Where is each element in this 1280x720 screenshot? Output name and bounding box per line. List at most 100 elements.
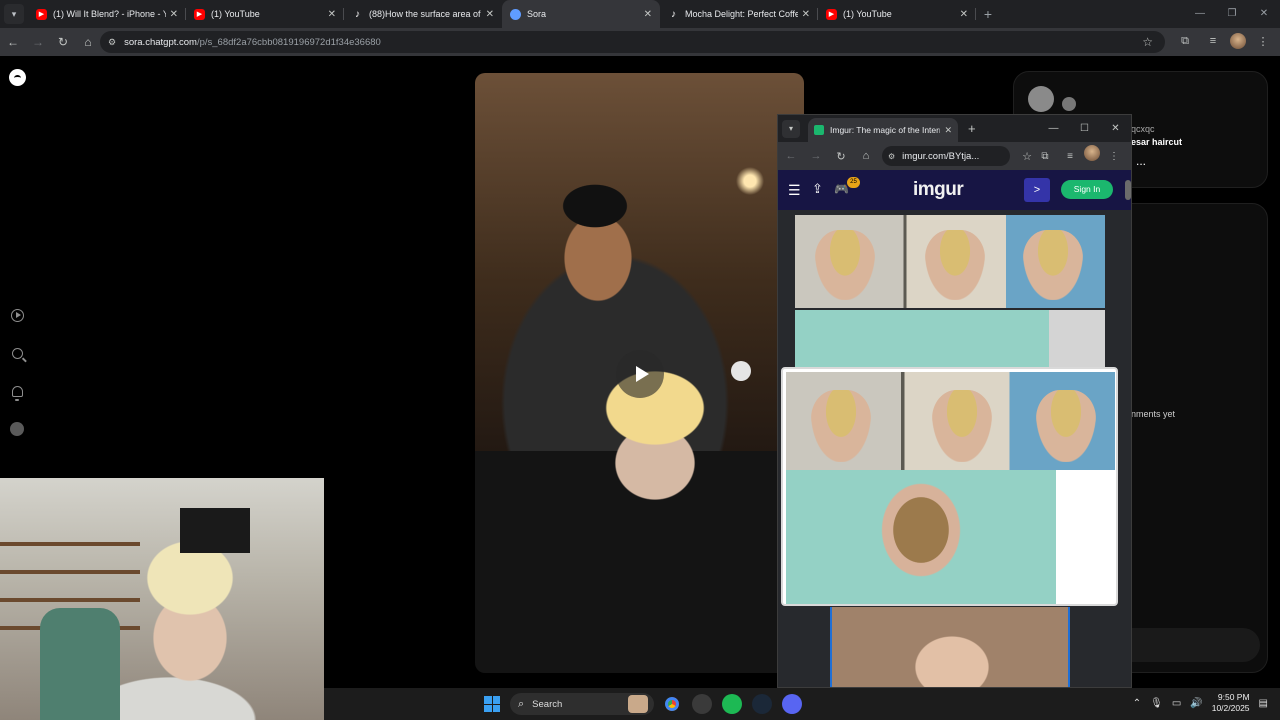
tab-youtube-2[interactable]: ▶ (1) YouTube ✕ (818, 0, 976, 28)
sora-logo-icon[interactable] (9, 69, 26, 86)
close-window-icon[interactable]: ✕ (1248, 0, 1280, 28)
notifications-icon[interactable]: ▤ (1259, 698, 1268, 709)
taskbar-search[interactable]: ⌕ Search (510, 693, 654, 715)
tab-search-chevron-icon[interactable]: ▾ (782, 119, 800, 138)
restore-icon[interactable]: ❐ (1216, 0, 1248, 28)
tab-search-chevron-icon[interactable]: ▾ (4, 4, 24, 24)
tab-imgur[interactable]: Imgur: The magic of the Interne ✕ (808, 118, 958, 142)
popup-tab-strip: ▾ Imgur: The magic of the Interne ✕ + — … (778, 115, 1131, 142)
next-post-button[interactable]: > (1024, 178, 1050, 202)
reload-icon[interactable]: ↻ (829, 144, 853, 168)
media-controls-icon[interactable]: ≡ (1059, 145, 1081, 167)
popup-toolbar: ← → ↻ ⌂ ⚙ imgur.com/BYtja... ☆ ⧉ ≡ ⋮ (778, 142, 1131, 170)
author-avatar[interactable] (1028, 86, 1054, 112)
profile-avatar[interactable] (1230, 33, 1246, 49)
notification-badge: 25 (847, 177, 860, 188)
davinci-icon[interactable] (692, 694, 712, 714)
home-icon[interactable]: ⌂ (854, 144, 878, 168)
clock-date: 10/2/2025 (1211, 703, 1250, 713)
discord-icon[interactable] (782, 694, 802, 714)
profile-avatar[interactable] (1084, 145, 1100, 161)
reload-icon[interactable]: ↻ (51, 30, 75, 54)
minimize-icon[interactable]: — (1184, 0, 1216, 28)
tab-mocha-delight[interactable]: ♪ Mocha Delight: Perfect Coffee B ✕ (660, 0, 818, 28)
site-info-icon[interactable]: ⚙ (888, 152, 895, 161)
ghost-sticker-icon (731, 361, 751, 381)
windows-start-icon[interactable] (484, 696, 500, 712)
hamburger-menu-icon[interactable]: ☰ (788, 182, 801, 199)
close-icon[interactable]: ✕ (644, 9, 652, 20)
close-icon[interactable]: ✕ (328, 9, 336, 20)
cameo-avatar[interactable] (1062, 97, 1076, 111)
post-prompt: esar haircut (1131, 137, 1183, 147)
extensions-puzzle-icon[interactable]: ⧉ (1034, 145, 1056, 167)
tab-surface-area[interactable]: ♪ (88)How the surface area of a s ✕ (344, 0, 502, 28)
network-icon[interactable]: ▭ (1172, 698, 1181, 709)
site-info-icon[interactable]: ⚙ (108, 37, 116, 48)
clock[interactable]: 9:50 PM 10/2/2025 (1212, 692, 1250, 714)
window-controls: — ❐ ✕ (1184, 0, 1280, 28)
search-highlight-thumbnail (628, 695, 648, 713)
menu-kebab-icon[interactable]: ⋮ (1252, 30, 1274, 52)
tab-will-it-blend[interactable]: ▶ (1) Will It Blend? - iPhone - You ✕ (28, 0, 186, 28)
close-icon[interactable]: ✕ (486, 9, 494, 20)
nav-profile[interactable] (8, 420, 26, 438)
forward-arrow-icon[interactable]: → (804, 144, 828, 168)
nav-feed[interactable] (8, 306, 26, 324)
new-tab-plus-icon[interactable]: + (976, 6, 1000, 22)
search-icon (11, 347, 23, 359)
sora-sidebar (8, 306, 26, 458)
post-image-collage[interactable] (795, 215, 1105, 308)
microphone-icon[interactable]: 🎙 (1150, 698, 1163, 709)
media-controls-icon[interactable]: ≡ (1202, 30, 1224, 52)
system-tray: ⌃ 🎙 ▭ 🔊 9:50 PM 10/2/2025 ▤ (1133, 692, 1268, 714)
popup-toolbar-actions: ⧉ ≡ ⋮ (1034, 145, 1125, 167)
chevron-up-icon[interactable]: ⌃ (1133, 698, 1141, 709)
face-left (811, 390, 871, 462)
browser-tab-strip: ▾ ▶ (1) Will It Blend? - iPhone - You ✕ … (0, 0, 1280, 28)
search-label: Search (532, 698, 563, 710)
minimize-icon[interactable]: — (1038, 115, 1069, 142)
tab-youtube-1[interactable]: ▶ (1) YouTube ✕ (186, 0, 344, 28)
imgur-logo[interactable]: imgur (913, 179, 964, 201)
sign-in-button[interactable]: Sign In (1061, 180, 1113, 199)
youtube-icon: ▶ (194, 8, 205, 20)
menu-kebab-icon[interactable]: ⋮ (1103, 145, 1125, 167)
url-path: /p/s_68df2a76cbb0819196972d1f34e36680 (196, 36, 381, 48)
back-arrow-icon[interactable]: ← (779, 144, 803, 168)
play-icon[interactable] (616, 350, 664, 398)
preview-collage (786, 372, 1115, 470)
bookmark-star-icon[interactable]: ☆ (1142, 35, 1153, 49)
close-icon[interactable]: ✕ (944, 125, 952, 136)
close-icon[interactable]: ✕ (802, 9, 810, 20)
spotify-icon[interactable] (722, 694, 742, 714)
volume-icon[interactable]: 🔊 (1190, 698, 1202, 709)
post-image-third[interactable] (830, 607, 1070, 687)
back-arrow-icon[interactable]: ← (1, 30, 25, 54)
scrollbar-thumb[interactable] (1125, 180, 1131, 200)
forward-arrow-icon[interactable]: → (26, 30, 50, 54)
search-icon: ⌕ (518, 697, 525, 710)
chrome-icon[interactable] (662, 694, 682, 714)
extensions-puzzle-icon[interactable]: ⧉ (1174, 30, 1196, 52)
post-image-second[interactable] (795, 310, 1105, 370)
bookmark-star-icon[interactable]: ☆ (1022, 150, 1032, 163)
youtube-icon: ▶ (826, 8, 837, 20)
steam-icon[interactable] (752, 694, 772, 714)
author-username[interactable]: qcxqc (1131, 124, 1155, 134)
face-left (815, 230, 875, 300)
upload-icon[interactable]: ⇪ (812, 181, 823, 197)
nav-search[interactable] (8, 344, 26, 362)
close-icon[interactable]: ✕ (960, 9, 968, 20)
maximize-icon[interactable]: ☐ (1069, 115, 1100, 142)
close-icon[interactable]: ✕ (170, 9, 178, 20)
home-icon[interactable]: ⌂ (76, 30, 100, 54)
tab-divider (975, 8, 976, 20)
address-bar[interactable]: ⚙ sora.chatgpt.com /p/s_68df2a76cbb08191… (100, 31, 1165, 53)
popup-address-bar[interactable]: ⚙ imgur.com/BYtja... ☆ (882, 146, 1032, 166)
nav-notifications[interactable] (8, 382, 26, 401)
tab-sora[interactable]: Sora ✕ (502, 0, 660, 28)
new-tab-plus-icon[interactable]: + (968, 121, 976, 136)
more-options-button[interactable]: ... (1136, 154, 1146, 168)
close-window-icon[interactable]: ✕ (1100, 115, 1131, 142)
